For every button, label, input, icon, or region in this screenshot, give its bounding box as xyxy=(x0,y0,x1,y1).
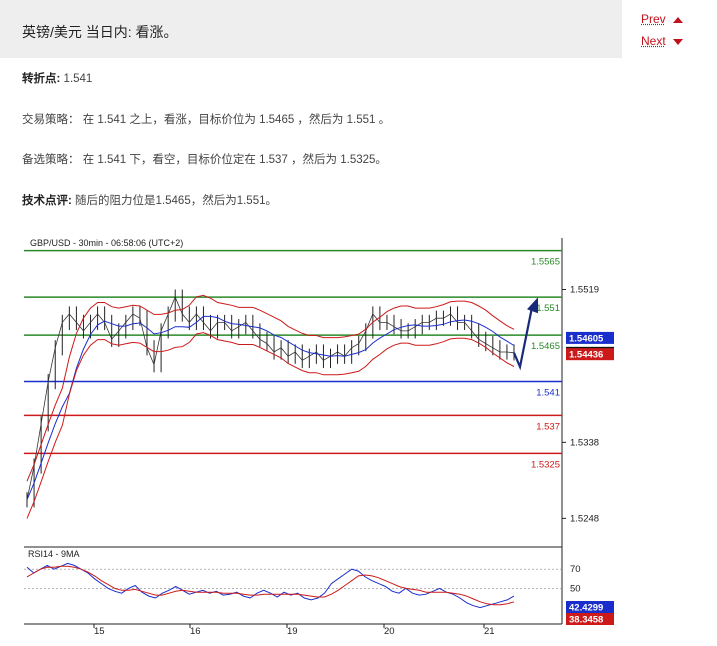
page-header: 英镑/美元 当日内: 看涨。 xyxy=(0,0,622,58)
price-line xyxy=(26,296,515,500)
main-plot: 1.5565 1.551 1.5465 1.541 1.537 1.5325 1.5519 1… xyxy=(24,238,614,636)
level-label: 1.537 xyxy=(536,421,560,432)
price-tick-label: 1.5248 xyxy=(570,513,599,524)
date-tick-label: 16 xyxy=(190,626,201,636)
price-chart: 1.5565 1.551 1.5465 1.541 1.537 1.5325 1.5519 1… xyxy=(24,238,614,636)
rsi-marker-label: 42.4299 xyxy=(569,603,603,614)
pivot-label: 转折点: xyxy=(22,73,61,85)
forecast-arrow xyxy=(512,307,534,371)
alternative-label: 备选策略： xyxy=(22,154,80,166)
page-title: 英镑/美元 当日内: 看涨。 xyxy=(22,24,178,40)
level-label: 1.5325 xyxy=(531,459,560,470)
comment-line: 技术点评: 随后的阻力位是1.5465，然后为1.551。 xyxy=(22,192,277,208)
date-tick-label: 19 xyxy=(287,626,298,636)
arrow-down-icon[interactable] xyxy=(673,39,683,45)
alternative-text: 在 1.541 下，看空，目标价位定在 1.537 ，然后为 1.5325。 xyxy=(82,154,387,166)
rsi-line xyxy=(26,562,515,609)
rsi-tick-label: 70 xyxy=(570,564,581,575)
price-tick-label: 1.5519 xyxy=(570,285,599,296)
date-tick-label: 21 xyxy=(484,626,495,636)
rsi-tick-label: 50 xyxy=(570,583,581,594)
price-tick-label: 1.5338 xyxy=(570,437,599,448)
rsi-marker-label: 38.3458 xyxy=(569,615,603,626)
prev-link[interactable]: Prev xyxy=(641,12,666,26)
rsi-ma-line xyxy=(26,565,515,606)
level-label: 1.5565 xyxy=(531,257,560,268)
next-link[interactable]: Next xyxy=(641,34,666,48)
pivot-value: 1.541 xyxy=(63,73,93,85)
bollinger-band xyxy=(26,332,515,519)
alternative-line: 备选策略： 在 1.541 下，看空，目标价位定在 1.537 ，然后为 1.5… xyxy=(22,151,387,167)
comment-text: 随后的阻力位是1.5465，然后为1.551。 xyxy=(75,195,277,207)
strategy-line: 交易策略： 在 1.541 之上，看涨，目标价位为 1.5465 ，然后为 1.… xyxy=(22,111,390,127)
pivot-line: 转折点: 1.541 xyxy=(22,70,92,86)
price-marker-label: 1.54436 xyxy=(569,350,603,361)
arrow-up-icon[interactable] xyxy=(673,17,683,23)
level-label: 1.551 xyxy=(536,303,560,314)
level-label: 1.541 xyxy=(536,388,560,399)
chart-title: GBP/USD - 30min - 06:58:06 (UTC+2) xyxy=(30,238,183,248)
date-tick-label: 20 xyxy=(384,626,395,636)
moving-average-line xyxy=(26,315,515,500)
comment-label: 技术点评: xyxy=(22,195,72,207)
date-tick-label: 15 xyxy=(94,626,105,636)
level-label: 1.5465 xyxy=(531,341,560,352)
forecast-arrowhead-icon xyxy=(527,297,538,314)
rsi-title: RSI14 - 9MA xyxy=(28,549,80,559)
rsi-plot: 70 50 42.429938.3458 xyxy=(24,562,614,626)
price-marker-label: 1.54605 xyxy=(569,333,604,344)
strategy-text: 在 1.541 之上，看涨，目标价位为 1.5465 ，然后为 1.551 。 xyxy=(82,114,391,126)
strategy-label: 交易策略： xyxy=(22,114,80,126)
